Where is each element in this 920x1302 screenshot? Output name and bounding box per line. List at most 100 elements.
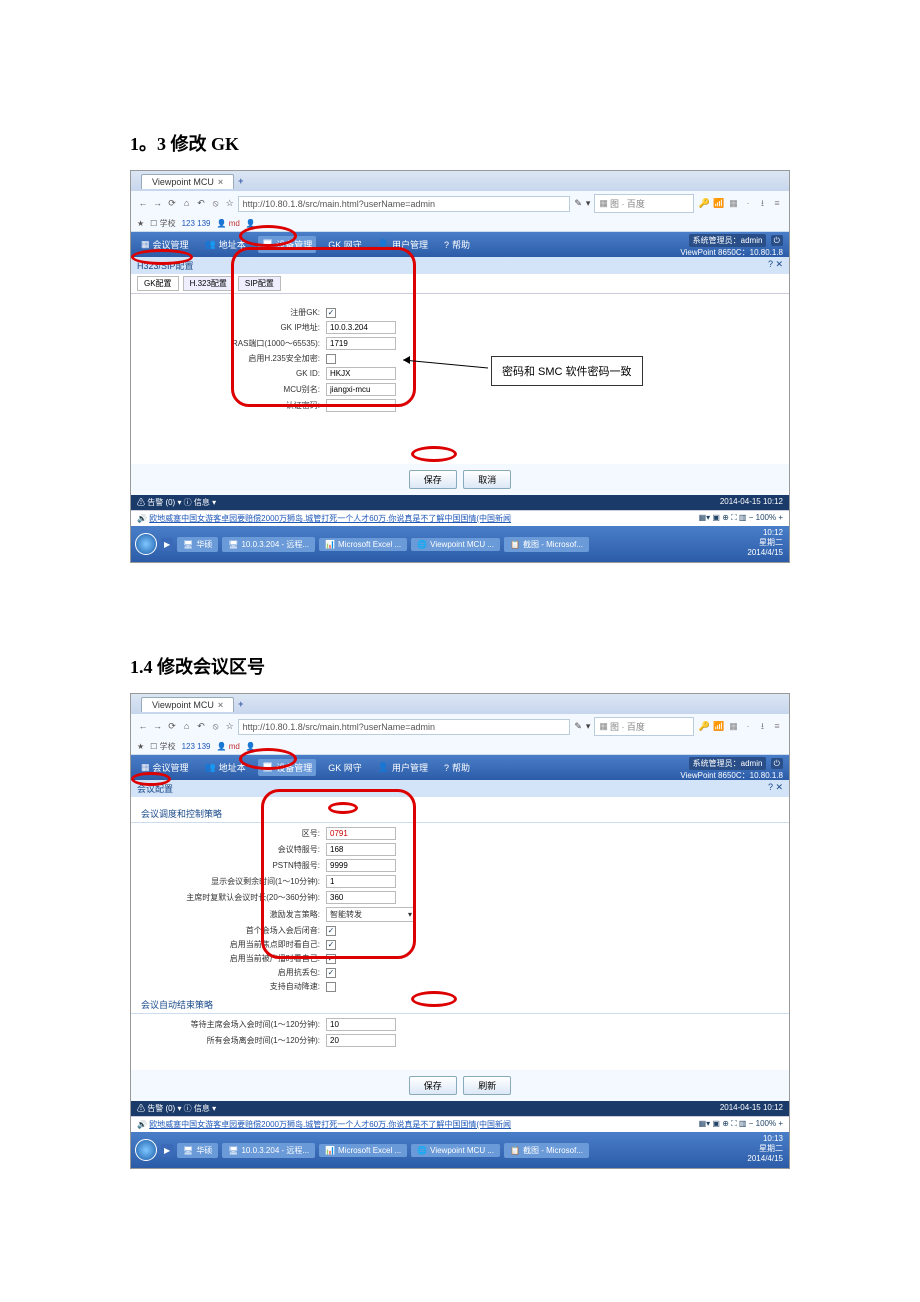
nav-help[interactable]: ? 帮助: [440, 759, 474, 776]
menu-icon[interactable]: ≡: [771, 721, 783, 731]
chevron-down-icon: ▾: [408, 910, 412, 919]
save-button[interactable]: 保存: [409, 1076, 457, 1095]
url-input[interactable]: http://10.80.1.8/src/main.html?userName=…: [238, 196, 571, 212]
tab-sip[interactable]: SIP配置: [238, 276, 281, 291]
menu-icon[interactable]: ≡: [771, 198, 783, 208]
nav-conference[interactable]: ▦ 会议管理: [137, 759, 193, 776]
clock-time-input[interactable]: [326, 891, 396, 904]
auto-slow-checkbox[interactable]: [326, 982, 336, 992]
home-icon[interactable]: ⌂: [181, 721, 193, 731]
subbar-title: 会议配置: [137, 782, 173, 795]
close-tab-icon[interactable]: ×: [218, 700, 223, 710]
quick-launch[interactable]: ▶: [161, 1144, 173, 1157]
browser-tab[interactable]: Viewpoint MCU ×: [141, 174, 234, 189]
search-box[interactable]: ▦ 图 · 百度: [594, 717, 694, 736]
reg-gk-checkbox[interactable]: ✓: [326, 308, 336, 318]
nav-help[interactable]: ? 帮助: [440, 236, 474, 253]
download-icon[interactable]: ⭳: [756, 719, 768, 735]
forward-icon[interactable]: →: [152, 721, 164, 731]
stop-icon[interactable]: ⦸: [210, 721, 222, 732]
focus-self-checkbox[interactable]: ✓: [326, 940, 336, 950]
task-1[interactable]: 🖥 华硕: [177, 537, 218, 552]
task-3[interactable]: 📊 Microsoft Excel ...: [319, 538, 407, 551]
grid-icon[interactable]: ▦: [727, 198, 739, 209]
gk-ip-input[interactable]: [326, 321, 396, 334]
new-tab-button[interactable]: +: [238, 699, 243, 709]
bookmark-star-icon[interactable]: ★: [137, 219, 144, 228]
stop-icon[interactable]: ⦸: [210, 198, 222, 209]
broadcast-self-checkbox[interactable]: ✓: [326, 954, 336, 964]
start-button[interactable]: [135, 1139, 157, 1161]
rss-icon[interactable]: 📶: [713, 721, 725, 732]
search-box[interactable]: ▦ 图 · 百度: [594, 194, 694, 213]
key-icon[interactable]: 🔑: [698, 198, 710, 209]
wait-time-input[interactable]: [326, 1018, 396, 1031]
bookmark-4[interactable]: 👤: [246, 219, 256, 228]
undo-icon[interactable]: ↶: [195, 198, 207, 209]
back-icon[interactable]: ←: [137, 721, 149, 731]
zone-input[interactable]: [326, 827, 396, 840]
alert-time: 2014-04-15 10:12: [720, 497, 783, 508]
edit-icon[interactable]: ✎: [574, 198, 582, 209]
news-link[interactable]: 欧地威塞中国女游客卓园要赔偿2000万狮岛.城管打死一个人才60万.你说真是不了…: [149, 514, 511, 523]
nav-device[interactable]: 🖥 设备管理: [258, 236, 316, 253]
browser-tab[interactable]: Viewpoint MCU ×: [141, 697, 234, 712]
policy-select[interactable]: 智能转发▾: [326, 907, 416, 922]
refresh-button[interactable]: 刷新: [463, 1076, 511, 1095]
task-4[interactable]: 🌐 Viewpoint MCU ...: [411, 538, 500, 551]
start-button[interactable]: [135, 533, 157, 555]
tab-gk[interactable]: GK配置: [137, 276, 179, 291]
star-icon[interactable]: ☆: [226, 198, 234, 209]
mcu-alias-input[interactable]: [326, 383, 396, 396]
h235-checkbox[interactable]: [326, 354, 336, 364]
nav-conference[interactable]: ▦ 会议管理: [137, 236, 193, 253]
rss-icon[interactable]: 📶: [713, 198, 725, 209]
conf-code-input[interactable]: [326, 843, 396, 856]
nav-address[interactable]: 👥 地址本: [201, 236, 250, 253]
auth-pwd-input[interactable]: [326, 399, 396, 412]
download-icon[interactable]: ⭳: [756, 196, 768, 212]
pstn-code-input[interactable]: [326, 859, 396, 872]
save-button[interactable]: 保存: [409, 470, 457, 489]
bookmark-star-icon[interactable]: ★: [137, 742, 144, 751]
all-leave-input[interactable]: [326, 1034, 396, 1047]
quick-launch[interactable]: ▶: [161, 538, 173, 551]
news-link[interactable]: 欧地威塞中国女游客卓园要赔偿2000万狮岛.城管打死一个人才60万.你说真是不了…: [149, 1120, 511, 1129]
mute-checkbox[interactable]: ✓: [326, 926, 336, 936]
disp-time-input[interactable]: [326, 875, 396, 888]
bookmark-2[interactable]: 123 139: [182, 219, 211, 228]
task-2[interactable]: 🖥 10.0.3.204 - 远程...: [222, 537, 315, 552]
nav-gk[interactable]: GK 网守: [324, 236, 366, 253]
url-input[interactable]: http://10.80.1.8/src/main.html?userName=…: [238, 719, 571, 735]
tab-h323[interactable]: H.323配置: [183, 276, 234, 291]
power-icon[interactable]: ⏻: [771, 235, 783, 246]
reload-icon[interactable]: ⟳: [166, 721, 178, 732]
gk-id-input[interactable]: [326, 367, 396, 380]
nav-gk[interactable]: GK 网守: [324, 759, 366, 776]
forward-icon[interactable]: →: [152, 198, 164, 208]
undo-icon[interactable]: ↶: [195, 721, 207, 732]
grid-icon[interactable]: ▦: [727, 721, 739, 732]
cancel-button[interactable]: 取消: [463, 470, 511, 489]
nav-address[interactable]: 👥 地址本: [201, 759, 250, 776]
screenshot-1: Viewpoint MCU × + ← → ⟳ ⌂ ↶ ⦸ ☆ http://1…: [130, 170, 790, 563]
home-icon[interactable]: ⌂: [181, 198, 193, 208]
subbar-title: H323/SIP配置: [137, 259, 194, 272]
alert-left[interactable]: ⚠ 告警 (0) ▾ ⓘ 信息 ▾: [137, 497, 216, 508]
nav-user[interactable]: 👤 用户管理: [374, 236, 432, 253]
key-icon[interactable]: 🔑: [698, 721, 710, 732]
nav-user[interactable]: 👤 用户管理: [374, 759, 432, 776]
bookmark-3[interactable]: 👤 md: [217, 219, 240, 228]
reload-icon[interactable]: ⟳: [166, 198, 178, 209]
close-tab-icon[interactable]: ×: [218, 177, 223, 187]
back-icon[interactable]: ←: [137, 198, 149, 208]
ras-port-input[interactable]: [326, 337, 396, 350]
new-tab-button[interactable]: +: [238, 176, 243, 186]
anti-loss-checkbox[interactable]: ✓: [326, 968, 336, 978]
nav-device[interactable]: 🖥 设备管理: [258, 759, 316, 776]
section-heading-2: 1.4 修改会议区号: [130, 653, 790, 679]
power-icon[interactable]: ⏻: [771, 758, 783, 769]
task-5[interactable]: 📋 截图 - Microsof...: [504, 537, 589, 552]
edit-icon[interactable]: ✎: [574, 721, 582, 732]
star-icon[interactable]: ☆: [226, 721, 234, 732]
